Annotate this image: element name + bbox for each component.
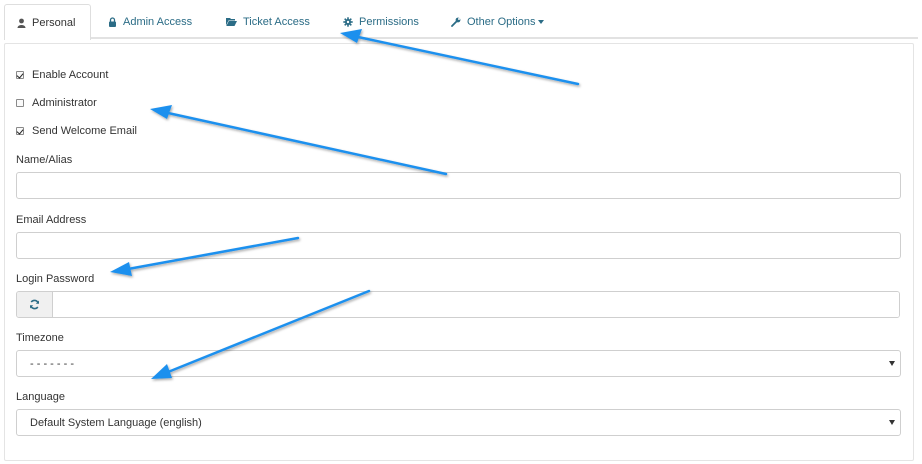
user-icon	[17, 18, 26, 28]
login-password-input[interactable]	[53, 292, 899, 317]
enable-account-option[interactable]: Enable Account	[16, 69, 108, 81]
tab-label: Personal	[32, 16, 76, 29]
tab-bar: Personal Admin Access Ticket Access Perm…	[0, 0, 922, 40]
send-welcome-email-option[interactable]: Send Welcome Email	[16, 125, 137, 137]
tab-permissions[interactable]: Permissions	[343, 4, 419, 39]
tab-admin-access[interactable]: Admin Access	[108, 4, 192, 39]
login-password-group	[16, 291, 900, 318]
language-value: Default System Language (english)	[30, 416, 202, 429]
generate-password-button[interactable]	[17, 292, 53, 317]
tab-label: Admin Access	[123, 15, 193, 28]
refresh-icon	[30, 299, 39, 310]
email-address-input[interactable]	[16, 232, 901, 259]
language-select[interactable]: Default System Language (english)	[16, 409, 901, 436]
tab-label: Other Options	[467, 15, 536, 28]
administrator-checkbox[interactable]	[16, 99, 24, 107]
language-label: Language	[16, 391, 65, 403]
tab-ticket-access[interactable]: Ticket Access	[226, 4, 310, 39]
checkbox-label: Send Welcome Email	[32, 125, 137, 137]
tab-personal[interactable]: Personal	[4, 4, 91, 40]
checkbox-label: Enable Account	[32, 69, 109, 81]
send-welcome-email-checkbox[interactable]	[16, 127, 24, 135]
tab-label: Permissions	[359, 15, 419, 28]
checkbox-label: Administrator	[32, 97, 97, 109]
dropdown-arrow-icon	[889, 420, 895, 425]
name-alias-label: Name/Alias	[16, 154, 73, 166]
tab-other-options[interactable]: Other Options	[451, 4, 545, 39]
lock-icon	[109, 16, 116, 27]
gear-icon	[343, 16, 353, 27]
folder-open-icon	[226, 18, 237, 26]
administrator-option[interactable]: Administrator	[16, 97, 97, 109]
login-password-label: Login Password	[16, 273, 95, 285]
timezone-label: Timezone	[16, 332, 64, 344]
dropdown-arrow-icon	[889, 361, 895, 366]
timezone-value: - - - - - - -	[30, 357, 74, 370]
name-alias-input[interactable]	[16, 172, 901, 199]
email-address-label: Email Address	[16, 214, 87, 226]
wrench-icon	[451, 17, 461, 27]
chevron-down-icon	[538, 19, 545, 24]
tab-label: Ticket Access	[243, 15, 310, 28]
timezone-select[interactable]: - - - - - - -	[16, 350, 901, 377]
enable-account-checkbox[interactable]	[16, 71, 24, 79]
